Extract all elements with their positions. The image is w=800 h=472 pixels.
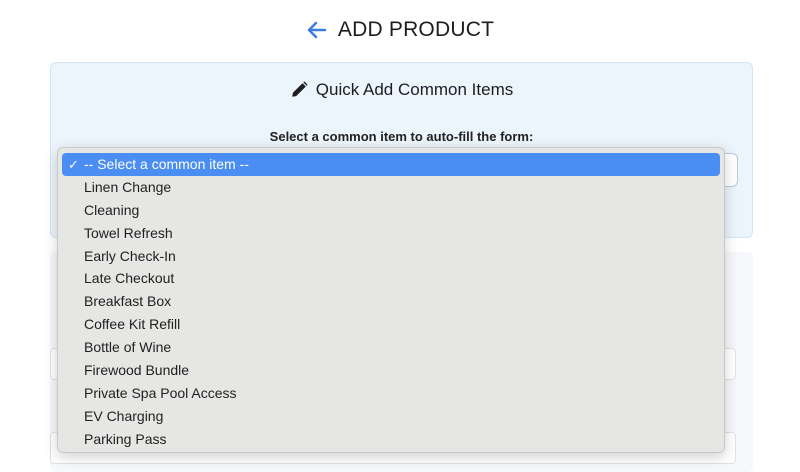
- dropdown-option-early-check-in[interactable]: Early Check-In: [62, 245, 720, 268]
- dropdown-option-parking-pass[interactable]: Parking Pass: [62, 428, 720, 451]
- dropdown-option-ev-charging[interactable]: EV Charging: [62, 405, 720, 428]
- dropdown-option-bottle-of-wine[interactable]: Bottle of Wine: [62, 336, 720, 359]
- dropdown-option-breakfast-box[interactable]: Breakfast Box: [62, 290, 720, 313]
- dropdown-option-private-spa-pool-access[interactable]: Private Spa Pool Access: [62, 382, 720, 405]
- dropdown-option-firewood-bundle[interactable]: Firewood Bundle: [62, 359, 720, 382]
- dropdown-option-coffee-kit-refill[interactable]: Coffee Kit Refill: [62, 313, 720, 336]
- page-title: ADD PRODUCT: [337, 18, 495, 41]
- dropdown-option-placeholder[interactable]: ✓ -- Select a common item --: [62, 153, 720, 176]
- quick-add-title: Quick Add Common Items: [315, 80, 514, 99]
- page-header: ADD PRODUCT: [0, 14, 800, 46]
- arrow-left-icon[interactable]: [306, 19, 328, 41]
- dropdown-option-cleaning[interactable]: Cleaning: [62, 199, 720, 222]
- pencil-icon: [290, 81, 308, 99]
- common-item-dropdown[interactable]: ✓ -- Select a common item -- Linen Change…: [57, 147, 725, 453]
- dropdown-option-towel-refresh[interactable]: Towel Refresh: [62, 222, 720, 245]
- checkmark-icon: ✓: [68, 157, 79, 172]
- quick-add-heading: Quick Add Common Items: [51, 80, 752, 100]
- dropdown-option-linen-change[interactable]: Linen Change: [62, 176, 720, 199]
- quick-add-label: Select a common item to auto-fill the fo…: [269, 129, 534, 144]
- dropdown-option-late-checkout[interactable]: Late Checkout: [62, 267, 720, 290]
